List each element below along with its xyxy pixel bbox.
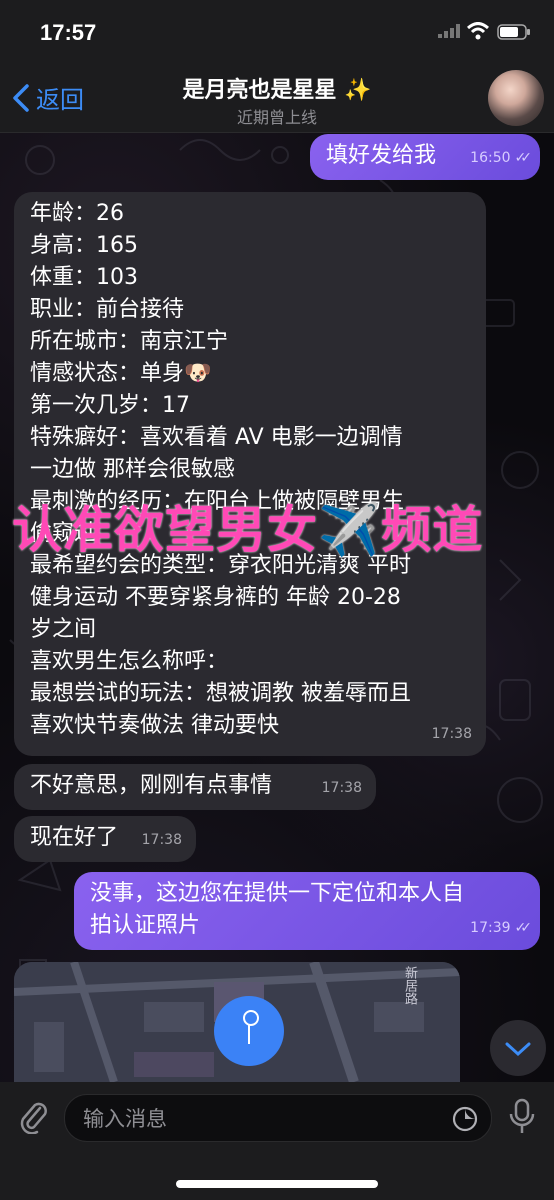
message-bubble-outgoing[interactable]: 没事，这边您在提供一下定位和本人自 拍认证照片 17:39 ✓✓: [74, 872, 540, 950]
message-text: 填好发给我: [326, 143, 437, 168]
status-bar: 17:57: [0, 0, 554, 64]
message-bubble-outgoing[interactable]: 填好发给我 16:50 ✓✓: [310, 134, 540, 180]
wifi-icon: [466, 22, 490, 40]
message-line: 所在城市：南京江宁: [30, 329, 229, 354]
message-input[interactable]: [81, 1095, 445, 1143]
message-line: 喜欢快节奏做法 律动要快: [30, 713, 279, 738]
message-line: 最想尝试的玩法：想被调教 被羞辱而且: [30, 681, 411, 706]
chat-title[interactable]: 是月亮也是星星 ✨: [0, 72, 554, 104]
message-line: 情感状态：单身🐶: [30, 361, 212, 386]
cellular-signal-icon: [438, 24, 460, 38]
contact-avatar[interactable]: [488, 70, 544, 126]
message-line: 体重：103: [30, 265, 138, 290]
message-time: 16:50: [470, 150, 511, 166]
location-pin-icon: [214, 996, 284, 1066]
home-indicator: [176, 1180, 378, 1188]
chat-status: 近期曾上线: [236, 108, 317, 127]
message-line: 第一次几岁：17: [30, 393, 190, 418]
map-street-label: 新居路: [402, 966, 417, 1005]
message-time: 17:38: [141, 832, 182, 848]
message-bubble-incoming[interactable]: 现在好了 17:38: [14, 816, 196, 862]
message-time: 17:38: [431, 726, 472, 742]
message-line: 喜欢男生怎么称呼：: [30, 649, 229, 674]
sticker-icon[interactable]: [451, 1105, 479, 1133]
message-line: 健身运动 不要穿紧身裤的 年龄 20-28: [30, 585, 401, 610]
message-bubble-incoming[interactable]: 不好意思，刚刚有点事情 17:38: [14, 764, 376, 810]
message-time: 17:38: [321, 780, 362, 796]
message-meta: 16:50 ✓✓: [470, 142, 533, 174]
message-text-block: 年龄：26 身高：165 体重：103 职业：前台接待 所在城市：南京江宁 情感…: [30, 198, 411, 742]
message-line: 身高：165: [30, 233, 138, 258]
message-line: 职业：前台接待: [30, 297, 185, 322]
paperclip-icon[interactable]: [16, 1098, 50, 1134]
message-time: 17:39: [470, 920, 511, 936]
message-line: 年龄：26: [30, 201, 124, 226]
chevron-down-icon: [505, 1042, 531, 1057]
battery-icon: [497, 24, 530, 40]
message-meta: 17:39 ✓✓: [470, 912, 533, 944]
message-line: 特殊癖好：喜欢看着 AV 电影一边调情: [30, 425, 403, 450]
read-check-icon: ✓✓: [514, 150, 533, 166]
message-bubble-incoming[interactable]: 年龄：26 身高：165 体重：103 职业：前台接待 所在城市：南京江宁 情感…: [14, 192, 486, 756]
chat-header: 返回 是月亮也是星星 ✨ 近期曾上线: [0, 64, 554, 133]
read-check-icon: ✓✓: [514, 920, 533, 936]
scroll-to-bottom-button[interactable]: [490, 1020, 546, 1076]
message-text: 不好意思，刚刚有点事情: [30, 773, 273, 798]
location-map-message[interactable]: 新居路: [14, 962, 460, 1082]
message-line: 拍认证照片: [90, 913, 201, 938]
message-line: 岁之间: [30, 617, 97, 642]
status-time: 17:57: [40, 20, 97, 45]
promo-overlay-text: 认准欲望男女✈️频道: [12, 501, 484, 559]
message-field[interactable]: [64, 1094, 492, 1143]
message-line: 一边做 那样会很敏感: [30, 457, 235, 482]
message-line: 没事，这边您在提供一下定位和本人自: [90, 881, 465, 906]
message-text-block: 没事，这边您在提供一下定位和本人自 拍认证照片: [90, 878, 464, 942]
message-text: 现在好了: [30, 825, 119, 850]
microphone-icon[interactable]: [508, 1098, 536, 1136]
